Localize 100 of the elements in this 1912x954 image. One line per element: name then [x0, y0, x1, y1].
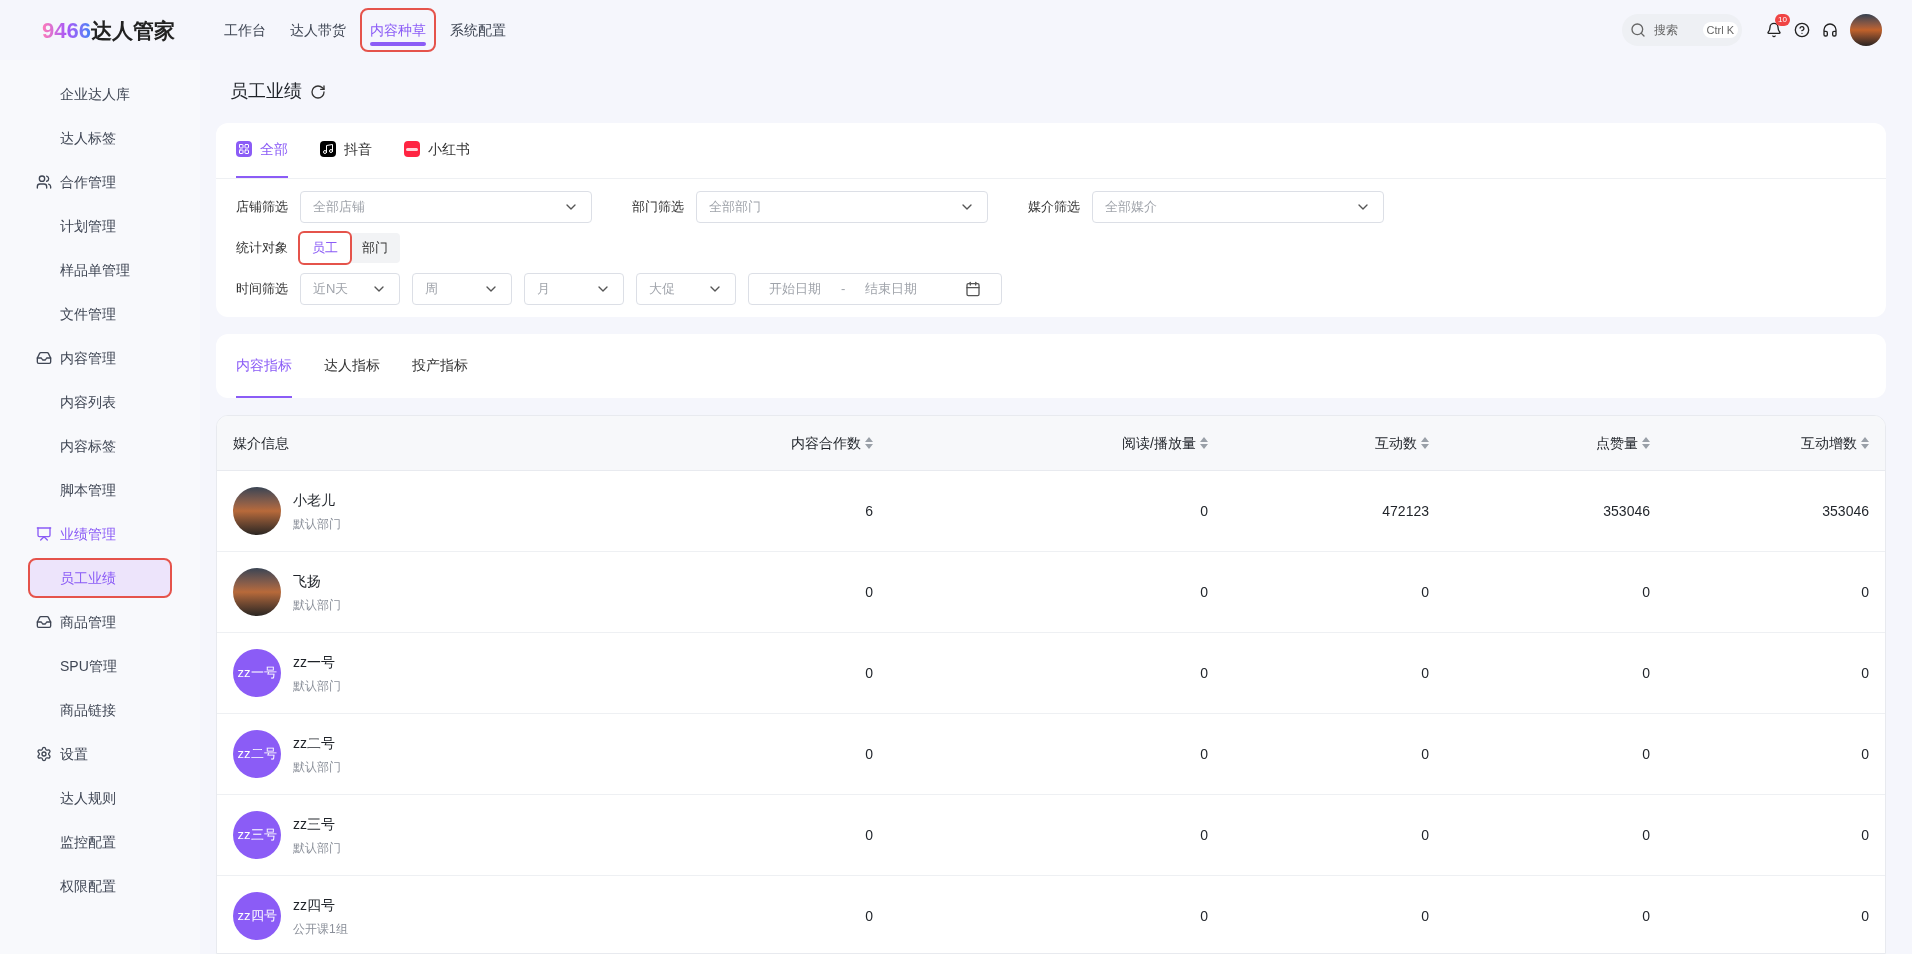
- nav-tab[interactable]: 工作台: [216, 10, 274, 50]
- sidebar-item[interactable]: 达人规则: [30, 780, 170, 816]
- table-cell-text: 0: [1420, 663, 1430, 683]
- table-cell-text: 0: [1199, 744, 1209, 764]
- sidebar-item[interactable]: 商品链接: [30, 692, 170, 728]
- platform-tab[interactable]: 小红书: [404, 122, 470, 178]
- media-name: zz一号: [293, 652, 336, 672]
- table-cell-text: 0: [1860, 906, 1870, 926]
- filter-label: 时间筛选: [236, 280, 288, 299]
- table-cell-text: 0: [1420, 582, 1430, 602]
- grid-icon: [236, 141, 252, 157]
- table-cell-text: 0: [864, 744, 874, 764]
- sidebar-group[interactable]: 内容管理: [0, 336, 200, 380]
- table-cell-text: 6: [864, 501, 874, 521]
- sidebar-item[interactable]: 文件管理: [30, 296, 170, 332]
- table-cell-text: 0: [1199, 906, 1209, 926]
- table-cell-text: 0: [864, 906, 874, 926]
- column-header[interactable]: 阅读/播放量: [889, 432, 1224, 454]
- settings-icon: [36, 746, 52, 762]
- media-name: zz四号: [293, 895, 336, 915]
- table-cell-text: 0: [864, 663, 874, 683]
- table-cell-text: 0: [1641, 906, 1651, 926]
- nav-tab[interactable]: 达人带货: [282, 10, 354, 50]
- sort-icon: [1861, 437, 1869, 449]
- column-header[interactable]: 互动增数: [1666, 432, 1885, 454]
- sidebar-group[interactable]: 设置: [0, 732, 200, 776]
- sidebar-group[interactable]: 合作管理: [0, 160, 200, 204]
- media-name: zz二号: [293, 733, 336, 753]
- table-cell-text: 0: [1420, 744, 1430, 764]
- table-cell-text: 0: [864, 582, 874, 602]
- headset-icon[interactable]: [1822, 22, 1838, 38]
- sidebar-item[interactable]: 计划管理: [30, 208, 170, 244]
- calendar-icon: [965, 281, 981, 297]
- media-name: 飞扬: [293, 571, 322, 591]
- table-cell-text: 0: [1199, 825, 1209, 845]
- segment-option[interactable]: 部门: [350, 233, 400, 263]
- table-cell-text: 0: [1199, 663, 1209, 683]
- table-cell-text: 0: [1641, 663, 1651, 683]
- avatar-photo: [233, 487, 281, 535]
- sidebar-item[interactable]: 企业达人库: [30, 76, 170, 112]
- table-cell-text: 0: [1860, 744, 1870, 764]
- app-logo-icon: [404, 141, 420, 157]
- table-cell-text: 0: [1641, 825, 1651, 845]
- column-header[interactable]: 点赞量: [1445, 432, 1666, 454]
- table-cell-text: 0: [1199, 582, 1209, 602]
- sidebar-item[interactable]: 达人标签: [30, 120, 170, 156]
- search-field[interactable]: 搜索 Ctrl K: [1622, 14, 1742, 46]
- platform-tab[interactable]: 抖音: [320, 122, 372, 178]
- table-cell-text: 0: [1860, 663, 1870, 683]
- avatar-initials: zz四号: [233, 892, 281, 940]
- media-name: zz三号: [293, 814, 336, 834]
- sort-icon: [1642, 437, 1650, 449]
- filter-label: 媒介筛选: [1028, 198, 1080, 217]
- table-cell-text: 0: [1641, 582, 1651, 602]
- metric-tab[interactable]: 内容指标: [236, 334, 292, 398]
- sidebar-item[interactable]: 内容列表: [30, 384, 170, 420]
- avatar-photo[interactable]: [1850, 14, 1882, 46]
- refresh-icon[interactable]: [310, 83, 326, 100]
- filter-label: 部门筛选: [632, 198, 684, 217]
- music-note-icon: [320, 141, 336, 157]
- table-cell-text: 0: [1199, 501, 1209, 521]
- department-name: 默认部门: [293, 515, 341, 533]
- people-icon: [36, 174, 52, 190]
- page-title: 员工业绩: [230, 80, 302, 103]
- sidebar-item[interactable]: 员工业绩: [30, 560, 170, 596]
- table-cell-text: 353046: [1602, 501, 1651, 521]
- avatar-initials: zz三号: [233, 811, 281, 859]
- column-header[interactable]: 内容合作数: [537, 432, 889, 454]
- metric-tab[interactable]: 投产指标: [412, 334, 468, 398]
- platform-tab[interactable]: 全部: [236, 122, 288, 178]
- sidebar-item[interactable]: 样品单管理: [30, 252, 170, 288]
- sort-icon: [1421, 437, 1429, 449]
- department-name: 默认部门: [293, 758, 341, 776]
- metric-tab[interactable]: 达人指标: [324, 334, 380, 398]
- sidebar-item[interactable]: 内容标签: [30, 428, 170, 464]
- table-cell-text: 0: [1860, 582, 1870, 602]
- bell-icon[interactable]: [1766, 22, 1782, 38]
- filter-label: 店铺筛选: [236, 198, 288, 217]
- tray-icon: [36, 614, 52, 630]
- nav-tab[interactable]: 内容种草: [362, 10, 434, 50]
- department-name: 默认部门: [293, 839, 341, 857]
- avatar-initials: zz二号: [233, 730, 281, 778]
- sidebar-item[interactable]: 脚本管理: [30, 472, 170, 508]
- sidebar-item[interactable]: SPU管理: [30, 648, 170, 684]
- sort-icon: [1200, 437, 1208, 449]
- filter-label: 统计对象: [236, 239, 288, 258]
- avatar-photo: [233, 568, 281, 616]
- sidebar-group[interactable]: 业绩管理: [0, 512, 200, 556]
- logo-name: 达人管家: [90, 17, 175, 44]
- column-header[interactable]: 互动数: [1224, 432, 1445, 454]
- media-name: 小老儿: [293, 490, 336, 510]
- tray-icon: [36, 350, 52, 366]
- sidebar-item[interactable]: 权限配置: [30, 868, 170, 904]
- segment-option[interactable]: 员工: [300, 233, 350, 263]
- nav-tab[interactable]: 系统配置: [442, 10, 514, 50]
- sidebar-item[interactable]: 监控配置: [30, 824, 170, 860]
- sidebar-group[interactable]: 商品管理: [0, 600, 200, 644]
- column-header[interactable]: 媒介信息: [217, 432, 537, 454]
- table-cell-text: 0: [864, 825, 874, 845]
- help-icon[interactable]: [1794, 22, 1810, 38]
